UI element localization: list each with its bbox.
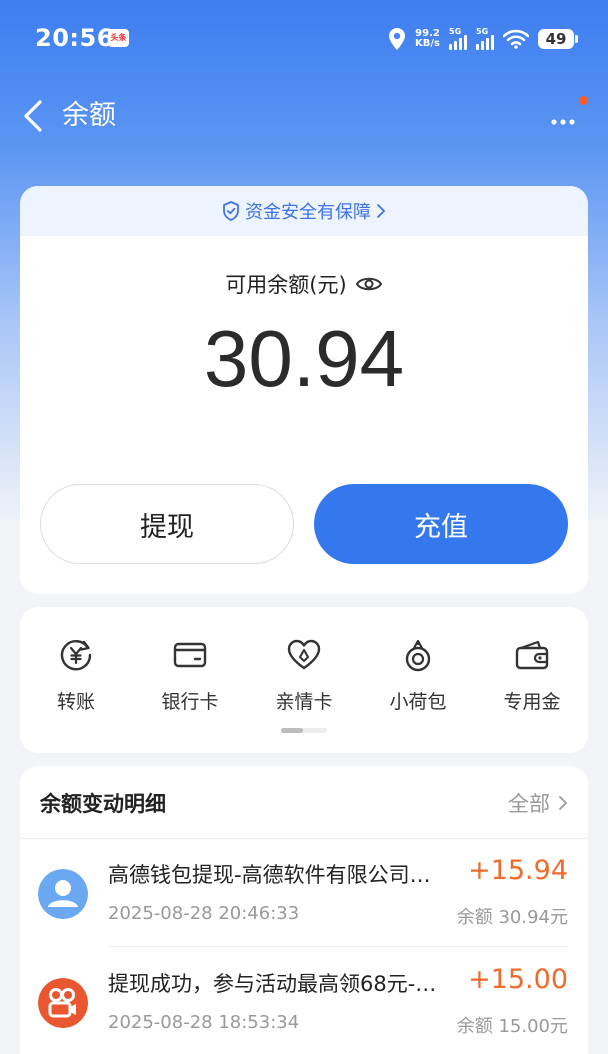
status-bar: 20:56 头条 99.2 KB/s 5G 5G 49 xyxy=(0,0,608,80)
kuaishou-logo-icon xyxy=(38,978,88,1028)
balance-records: 余额变动明细 全部 高德钱包提现-高德软件有限公司… 2025-08-28 20… xyxy=(20,766,588,1054)
speed-unit: KB/s xyxy=(415,38,440,49)
bank-card-icon xyxy=(173,642,207,668)
withdraw-button[interactable]: 提现 xyxy=(40,484,294,564)
record-date: 2025-08-28 18:53:34 xyxy=(108,1012,300,1033)
feature-family-card[interactable]: 亲情卡 xyxy=(254,637,354,714)
wallet-icon xyxy=(515,640,549,670)
record-amount: +15.00 xyxy=(468,964,568,995)
status-right: 99.2 KB/s 5G 5G 49 xyxy=(388,24,578,54)
record-row[interactable]: 高德钱包提现-高德软件有限公司… 2025-08-28 20:46:33 +15… xyxy=(20,839,588,947)
feature-pouch[interactable]: 小荷包 xyxy=(368,637,468,714)
more-options-icon[interactable] xyxy=(548,102,582,132)
shield-check-icon xyxy=(223,201,239,221)
record-balance: 余额 30.94元 xyxy=(456,907,568,928)
feature-label: 转账 xyxy=(56,691,95,713)
battery-icon: 49 xyxy=(538,29,578,49)
user-avatar-icon xyxy=(38,869,88,919)
back-arrow-icon[interactable] xyxy=(20,98,50,134)
location-icon xyxy=(389,28,406,50)
record-amount: +15.94 xyxy=(468,855,568,886)
feature-bank-card[interactable]: 银行卡 xyxy=(140,637,240,714)
feature-label: 小荷包 xyxy=(389,691,447,713)
toutiao-notification-icon: 头条 xyxy=(108,29,129,47)
app-header: 余额 xyxy=(0,88,608,144)
fund-safety-text: 资金安全有保障 xyxy=(245,202,371,223)
records-all-label: 全部 xyxy=(508,792,550,816)
status-time: 20:56 xyxy=(35,24,114,52)
yuan-transfer-icon xyxy=(60,640,92,671)
sim2-label: 5G xyxy=(476,27,489,36)
pouch-icon xyxy=(405,639,431,672)
record-name: 高德钱包提现-高德软件有限公司… xyxy=(108,863,431,887)
balance-card: 资金安全有保障 可用余额(元) 30.94 提现 充值 xyxy=(20,186,588,594)
fund-safety-banner[interactable]: 资金安全有保障 xyxy=(20,186,588,236)
records-all-link[interactable]: 全部 xyxy=(508,788,568,818)
records-title: 余额变动明细 xyxy=(40,792,166,816)
feature-special-fund[interactable]: 专用金 xyxy=(482,637,582,714)
record-balance: 余额 15.00元 xyxy=(456,1016,568,1037)
eye-icon[interactable] xyxy=(355,274,383,294)
feature-transfer[interactable]: 转账 xyxy=(26,637,126,714)
page-indicator xyxy=(281,728,327,733)
chevron-right-icon xyxy=(377,204,386,218)
balance-label-row: 可用余额(元) xyxy=(20,269,588,299)
feature-grid: 转账 银行卡 亲情卡 小荷包 专用金 xyxy=(20,607,588,753)
balance-label: 可用余额(元) xyxy=(225,273,347,297)
record-name: 提现成功，参与活动最高领68元-… xyxy=(108,972,437,996)
family-heart-icon xyxy=(287,639,321,670)
signal-sim1-icon: 5G xyxy=(449,28,467,50)
recharge-button[interactable]: 充值 xyxy=(314,484,568,564)
wifi-icon xyxy=(503,29,529,49)
notification-dot xyxy=(579,96,588,105)
network-speed: 99.2 KB/s xyxy=(415,29,440,49)
chevron-right-icon xyxy=(559,796,568,810)
record-row[interactable]: 提现成功，参与活动最高领68元-… 2025-08-28 18:53:34 +1… xyxy=(20,948,588,1054)
sim1-label: 5G xyxy=(449,27,462,36)
signal-sim2-icon: 5G xyxy=(476,28,494,50)
record-date: 2025-08-28 20:46:33 xyxy=(108,903,300,924)
feature-label: 专用金 xyxy=(503,691,561,713)
balance-amount: 30.94 xyxy=(203,314,405,403)
page-title: 余额 xyxy=(62,100,116,131)
feature-label: 亲情卡 xyxy=(275,691,333,713)
divider xyxy=(108,946,568,947)
feature-label: 银行卡 xyxy=(161,691,219,713)
